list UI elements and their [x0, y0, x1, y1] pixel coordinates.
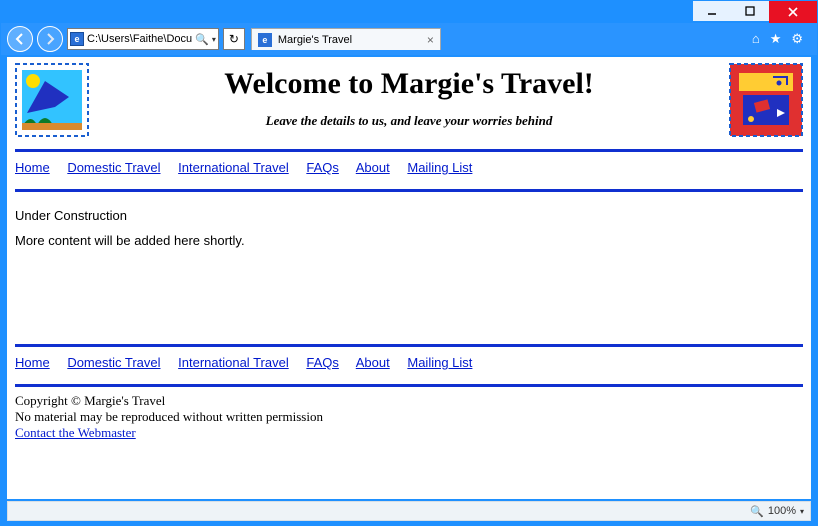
under-construction: Under Construction [15, 208, 803, 223]
maximize-button[interactable] [731, 1, 769, 21]
nav-home[interactable]: Home [15, 355, 50, 370]
close-button[interactable] [769, 1, 817, 23]
zoom-icon[interactable]: 🔍 [750, 505, 764, 518]
tab-favicon-icon: e [258, 33, 272, 47]
nav-mailing[interactable]: Mailing List [407, 160, 472, 175]
nav-mailing[interactable]: Mailing List [407, 355, 472, 370]
tab-title: Margie's Travel [278, 34, 352, 46]
address-bar[interactable]: e C:\Users\Faithe\Docu 🔍 ▾ [67, 28, 219, 50]
nav-home[interactable]: Home [15, 160, 50, 175]
favorites-icon[interactable]: ★ [770, 31, 782, 47]
spacer [15, 252, 803, 332]
address-dropdown-icon[interactable]: ▾ [212, 35, 216, 44]
forward-button[interactable] [37, 26, 63, 52]
ie-favicon-icon: e [70, 32, 84, 46]
search-icon[interactable]: 🔍 [195, 33, 209, 46]
stamp-suitcase-image [729, 63, 803, 137]
top-nav: Home Domestic Travel International Trave… [15, 158, 803, 177]
tab-strip: e Margie's Travel × [251, 28, 441, 50]
divider [15, 344, 803, 347]
footer: Copyright © Margie's Travel No material … [15, 393, 803, 441]
tools-icon[interactable]: ⚙ [791, 31, 803, 47]
refresh-button[interactable]: ↻ [223, 28, 245, 50]
nav-about[interactable]: About [356, 160, 390, 175]
divider [15, 189, 803, 192]
browser-window: e C:\Users\Faithe\Docu 🔍 ▾ ↻ e Margie's … [0, 0, 818, 526]
footer-copyright: Copyright © Margie's Travel [15, 393, 803, 409]
back-button[interactable] [7, 26, 33, 52]
header-center: Welcome to Margie's Travel! Leave the de… [89, 63, 729, 129]
page-body: Welcome to Margie's Travel! Leave the de… [7, 57, 811, 445]
bottom-nav: Home Domestic Travel International Trave… [15, 353, 803, 372]
tagline: Leave the details to us, and leave your … [89, 113, 729, 129]
nav-international[interactable]: International Travel [178, 160, 289, 175]
zoom-dropdown-icon[interactable]: ▾ [800, 507, 804, 516]
footer-no-material: No material may be reproduced without wr… [15, 409, 803, 425]
stamp-airplane-image [15, 63, 89, 137]
header-row: Welcome to Margie's Travel! Leave the de… [15, 63, 803, 137]
nav-domestic[interactable]: Domestic Travel [67, 355, 160, 370]
nav-faqs[interactable]: FAQs [306, 160, 339, 175]
minimize-button[interactable] [693, 1, 731, 21]
divider [15, 149, 803, 152]
page-title: Welcome to Margie's Travel! [89, 67, 729, 101]
address-text: C:\Users\Faithe\Docu [87, 33, 192, 45]
nav-faqs[interactable]: FAQs [306, 355, 339, 370]
viewport[interactable]: Welcome to Margie's Travel! Leave the de… [7, 57, 811, 499]
tab-active[interactable]: e Margie's Travel × [251, 28, 441, 50]
tab-close-icon[interactable]: × [427, 33, 434, 47]
titlebar [1, 1, 817, 23]
nav-domestic[interactable]: Domestic Travel [67, 160, 160, 175]
nav-international[interactable]: International Travel [178, 355, 289, 370]
command-bar: ⌂ ★ ⚙ [752, 31, 811, 47]
home-icon[interactable]: ⌂ [752, 31, 760, 47]
status-bar: 🔍 100% ▾ [7, 501, 811, 521]
more-content: More content will be added here shortly. [15, 233, 803, 248]
nav-toolbar: e C:\Users\Faithe\Docu 🔍 ▾ ↻ e Margie's … [1, 23, 817, 55]
footer-contact-link[interactable]: Contact the Webmaster [15, 425, 136, 440]
nav-about[interactable]: About [356, 355, 390, 370]
zoom-level: 100% [768, 505, 796, 517]
divider [15, 384, 803, 387]
